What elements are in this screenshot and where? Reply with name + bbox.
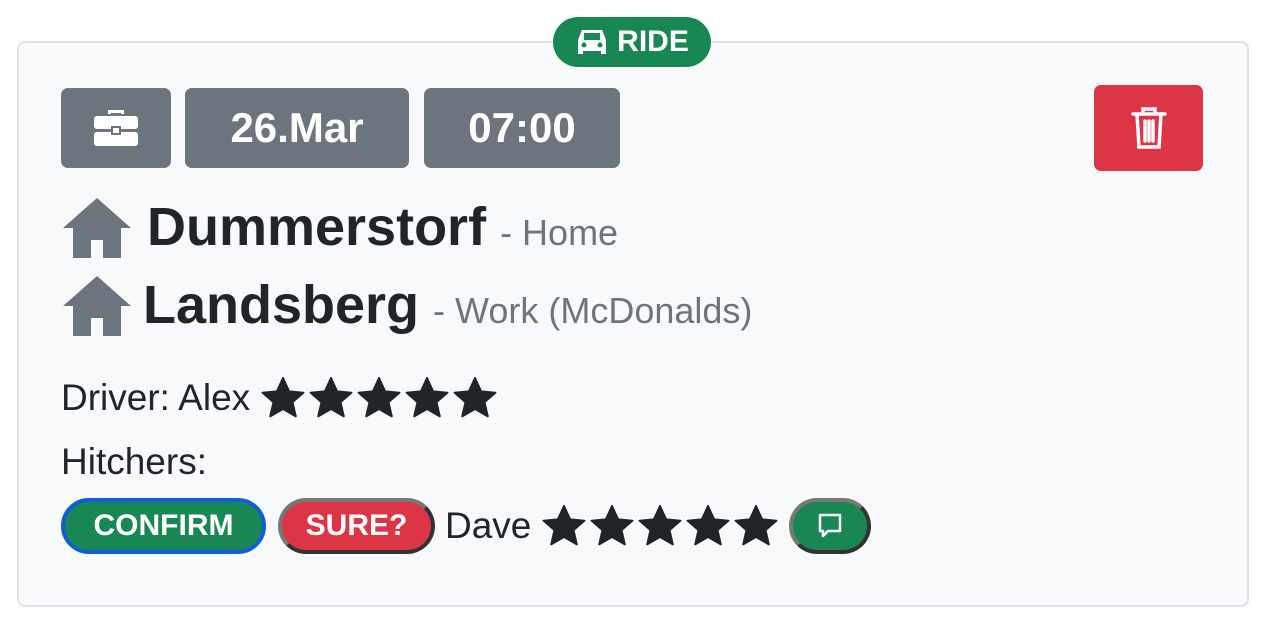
ride-badge: RIDE [553,17,711,67]
star-icon [261,376,305,418]
trash-icon [1130,107,1167,149]
car-icon [578,30,607,54]
destination-desc: - Work (McDonalds) [433,290,753,331]
driver-rating [260,376,498,420]
hitchers-label: Hitchers: [61,441,207,482]
star-icon [734,504,778,546]
star-icon [405,376,449,418]
hitcher-row: CONFIRM SURE? Dave [61,498,872,554]
time-button[interactable]: 07:00 [424,88,620,168]
briefcase-icon [94,110,138,146]
origin-desc: - Home [500,212,619,253]
star-icon [453,376,497,418]
chat-icon [819,513,842,538]
destination: Landsberg - Work (McDonalds) [61,274,752,338]
origin-city: Dummerstorf [147,197,487,257]
sure-button[interactable]: SURE? [278,498,435,554]
ride-label: RIDE [617,25,689,58]
hitcher-rating [541,504,779,548]
star-icon [357,376,401,418]
star-icon [638,504,682,546]
chat-button[interactable] [789,498,872,554]
driver-row: Driver: Alex [61,376,498,420]
star-icon [686,504,730,546]
star-icon [542,504,586,546]
hitcher-name: Dave [445,505,532,546]
star-icon [309,376,353,418]
delete-button[interactable] [1094,85,1203,171]
house-icon [63,276,131,336]
category-button[interactable] [61,88,171,168]
date-button[interactable]: 26.Mar [185,88,409,168]
origin: Dummerstorf - Home [61,196,618,260]
driver-label: Driver: Alex [61,377,251,418]
star-icon [590,504,634,546]
destination-city: Landsberg [143,275,420,335]
confirm-button[interactable]: CONFIRM [61,498,266,554]
house-icon [63,198,131,258]
